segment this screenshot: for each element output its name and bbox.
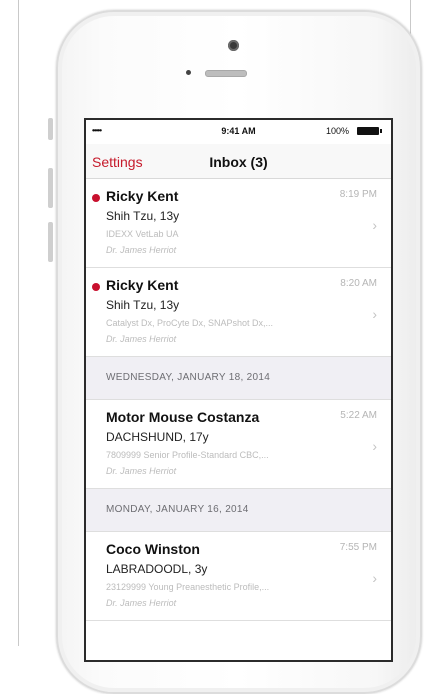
message-row[interactable]: Coco Winston LABRADOODL, 3y 23129999 You…	[86, 532, 391, 621]
phone-screen: ••••• 9:41 AM 100% Settings Inbox (3) Ri…	[84, 118, 393, 662]
test-summary: Catalyst Dx, ProCyte Dx, SNAPshot Dx,...	[106, 318, 274, 328]
chevron-right-icon: ›	[372, 438, 377, 454]
unread-dot-icon	[92, 194, 100, 202]
patient-name: Coco Winston	[106, 541, 200, 557]
section-date: WEDNESDAY, JANUARY 18, 2014	[106, 372, 271, 383]
patient-name: Ricky Kent	[106, 277, 179, 293]
test-summary: 7809999 Senior Profile-Standard CBC,...	[106, 450, 269, 460]
patient-breed-age: LABRADOODL, 3y	[106, 562, 208, 576]
test-summary: 23129999 Young Preanesthetic Profile,...	[106, 582, 270, 592]
navigation-bar: Settings Inbox (3)	[86, 144, 391, 179]
battery-percentage: 100%	[325, 126, 349, 136]
mute-switch	[48, 118, 53, 140]
chevron-right-icon: ›	[372, 217, 377, 233]
unread-dot-icon	[92, 283, 100, 291]
volume-down-button	[48, 222, 53, 262]
chevron-right-icon: ›	[372, 306, 377, 322]
doctor-name: Dr. James Herriot	[106, 334, 177, 344]
patient-name: Motor Mouse Costanza	[106, 409, 260, 425]
proximity-sensor	[186, 70, 191, 75]
volume-up-button	[48, 168, 53, 208]
status-bar: ••••• 9:41 AM 100%	[86, 120, 391, 144]
message-time: 8:20 AM	[340, 278, 377, 289]
message-time: 7:55 PM	[339, 542, 377, 553]
doctor-name: Dr. James Herriot	[106, 598, 177, 608]
section-header: WEDNESDAY, JANUARY 18, 2014	[86, 357, 391, 400]
front-camera	[228, 40, 239, 51]
message-row[interactable]: Motor Mouse Costanza DACHSHUND, 17y 7809…	[86, 400, 391, 489]
earpiece-speaker	[205, 70, 247, 77]
message-row[interactable]: Ricky Kent Shih Tzu, 13y IDEXX VetLab UA…	[86, 179, 391, 268]
section-header: MONDAY, JANUARY 16, 2014	[86, 489, 391, 532]
doctor-name: Dr. James Herriot	[106, 245, 177, 255]
section-date: MONDAY, JANUARY 16, 2014	[106, 504, 249, 515]
patient-breed-age: Shih Tzu, 13y	[106, 209, 180, 223]
page-title: Inbox (3)	[209, 154, 268, 170]
doctor-name: Dr. James Herriot	[106, 466, 177, 476]
test-summary: IDEXX VetLab UA	[106, 229, 179, 239]
battery-icon	[357, 127, 382, 135]
frame-line-left	[18, 0, 19, 646]
message-time: 8:19 PM	[339, 189, 377, 200]
chevron-right-icon: ›	[372, 570, 377, 586]
patient-breed-age: DACHSHUND, 17y	[106, 430, 209, 444]
message-row[interactable]: Ricky Kent Shih Tzu, 13y Catalyst Dx, Pr…	[86, 268, 391, 357]
patient-name: Ricky Kent	[106, 188, 179, 204]
patient-breed-age: Shih Tzu, 13y	[106, 298, 180, 312]
message-time: 5:22 AM	[340, 410, 377, 421]
